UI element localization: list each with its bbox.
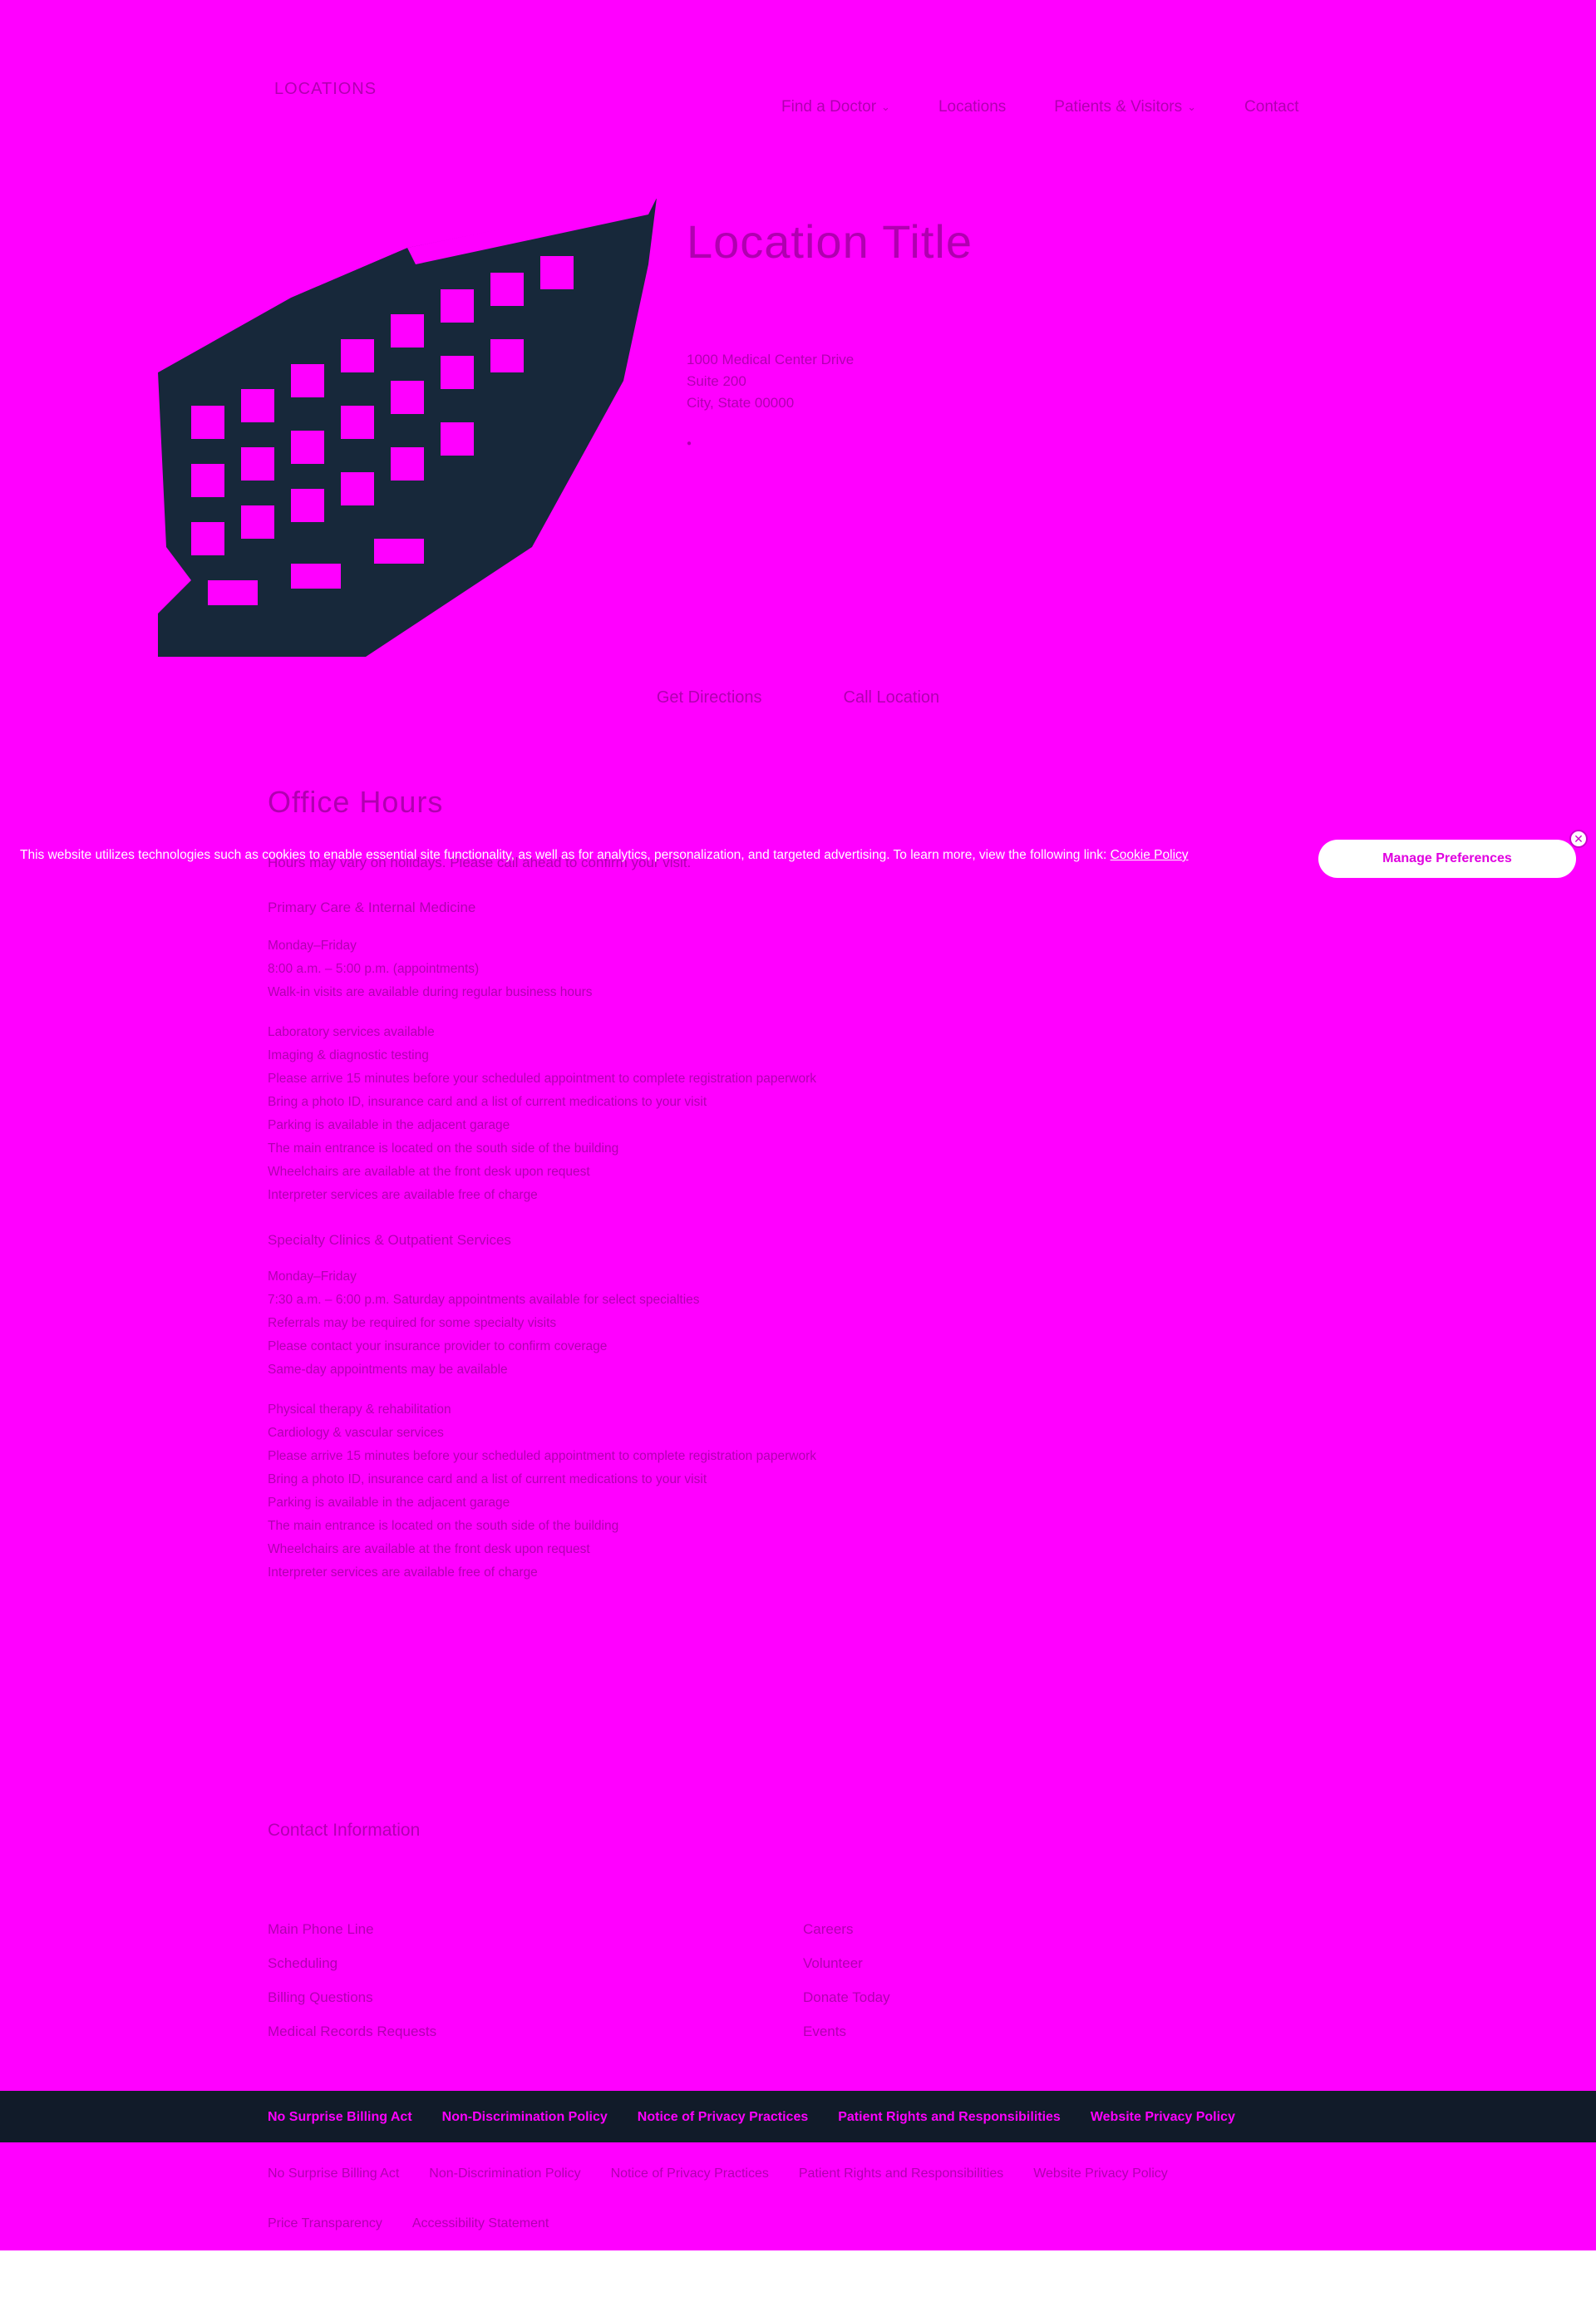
- phone-icon: ●: [687, 439, 692, 448]
- footer-link[interactable]: Notice of Privacy Practices: [638, 2110, 808, 2125]
- clinic-subhead: Primary Care & Internal Medicine: [268, 900, 476, 915]
- cookie-text: This website utilizes technologies such …: [20, 848, 1107, 862]
- hours-line: Referrals may be required for some speci…: [268, 1316, 557, 1330]
- footer-link[interactable]: Non-Discrimination Policy: [429, 2166, 580, 2181]
- footer-links-tertiary: Price Transparency Accessibility Stateme…: [268, 2216, 549, 2231]
- hours-line: Please contact your insurance provider t…: [268, 1339, 608, 1353]
- site-logo[interactable]: LOCATIONS: [274, 80, 377, 99]
- contact-heading: Contact Information: [268, 1821, 421, 1840]
- clinic-subhead: Specialty Clinics & Outpatient Services: [268, 1232, 511, 1248]
- info-line: Please arrive 15 minutes before your sch…: [268, 1072, 816, 1086]
- info-line: Interpreter services are available free …: [268, 1565, 538, 1580]
- info-line: Laboratory services available: [268, 1025, 435, 1039]
- info-line: Wheelchairs are available at the front d…: [268, 1165, 590, 1179]
- nav-contact[interactable]: Contact: [1244, 98, 1298, 116]
- directory-link[interactable]: Careers: [803, 1912, 890, 1946]
- hours-line: Monday–Friday: [268, 1269, 357, 1284]
- info-line: Bring a photo ID, insurance card and a l…: [268, 1472, 707, 1486]
- call-location-link[interactable]: Call Location: [844, 688, 940, 707]
- directory-link[interactable]: Billing Questions: [268, 1980, 436, 2014]
- hours-line: Walk-in visits are available during regu…: [268, 985, 593, 999]
- hours-group: Monday–Friday 7:30 a.m. – 6:00 p.m. Satu…: [268, 1265, 816, 1585]
- directory-column: Careers Volunteer Donate Today Events: [803, 1912, 890, 2048]
- location-title: Location Title: [687, 215, 973, 268]
- footer-link[interactable]: Website Privacy Policy: [1091, 2110, 1235, 2125]
- cookie-banner: This website utilizes technologies such …: [0, 830, 1596, 880]
- footer-link[interactable]: No Surprise Billing Act: [268, 2110, 412, 2125]
- directions-link[interactable]: Get Directions: [657, 688, 762, 707]
- info-line: Bring a photo ID, insurance card and a l…: [268, 1095, 707, 1109]
- directory-link[interactable]: Donate Today: [803, 1980, 890, 2014]
- directory-link[interactable]: Scheduling: [268, 1946, 436, 1980]
- nav-locations[interactable]: Locations: [938, 98, 1006, 116]
- hours-group: Monday–Friday 8:00 a.m. – 5:00 p.m. (app…: [268, 934, 816, 1207]
- footer-link[interactable]: Notice of Privacy Practices: [611, 2166, 769, 2181]
- page-bottom: [0, 2250, 1596, 2302]
- footer-link[interactable]: Price Transparency: [268, 2216, 382, 2231]
- address-line: 1000 Medical Center Drive: [687, 352, 855, 367]
- nav-label: Find a Doctor: [781, 98, 877, 116]
- directory-column: Main Phone Line Scheduling Billing Quest…: [268, 1912, 436, 2048]
- nav-label: Contact: [1244, 98, 1299, 116]
- directory-link[interactable]: Events: [803, 2014, 890, 2048]
- info-line: Imaging & diagnostic testing: [268, 1048, 429, 1062]
- info-line: Parking is available in the adjacent gar…: [268, 1496, 510, 1510]
- info-line: Please arrive 15 minutes before your sch…: [268, 1449, 816, 1463]
- nav-find-doctor[interactable]: Find a Doctor ⌄: [781, 98, 890, 116]
- manage-preferences-button[interactable]: Manage Preferences: [1318, 840, 1576, 878]
- info-line: Parking is available in the adjacent gar…: [268, 1118, 510, 1132]
- info-line: Cardiology & vascular services: [268, 1426, 444, 1440]
- hours-line: Monday–Friday: [268, 939, 357, 953]
- main-nav: Find a Doctor ⌄ Locations Patients & Vis…: [781, 98, 1299, 116]
- address-line: City, State 00000: [687, 395, 795, 411]
- cookie-message: This website utilizes technologies such …: [20, 848, 1189, 863]
- info-line: The main entrance is located on the sout…: [268, 1141, 619, 1156]
- hours-line: 8:00 a.m. – 5:00 p.m. (appointments): [268, 962, 480, 976]
- footer-links-secondary: No Surprise Billing Act Non-Discriminati…: [268, 2166, 1168, 2181]
- section-title: Office Hours: [268, 785, 444, 819]
- footer-link[interactable]: Accessibility Statement: [412, 2216, 549, 2231]
- hero-links: Get Directions Call Location: [0, 688, 1596, 707]
- directory-link[interactable]: Main Phone Line: [268, 1912, 436, 1946]
- nav-label: Locations: [938, 98, 1007, 116]
- close-icon[interactable]: ✕: [1569, 830, 1588, 848]
- info-line: Interpreter services are available free …: [268, 1188, 538, 1202]
- hours-line: 7:30 a.m. – 6:00 p.m. Saturday appointme…: [268, 1293, 700, 1307]
- info-line: Wheelchairs are available at the front d…: [268, 1542, 590, 1556]
- building-photo: [158, 198, 661, 657]
- footer-link[interactable]: No Surprise Billing Act: [268, 2166, 399, 2181]
- footer-link[interactable]: Patient Rights and Responsibilities: [838, 2110, 1061, 2125]
- info-line: Physical therapy & rehabilitation: [268, 1402, 451, 1417]
- chevron-down-icon: ⌄: [1187, 101, 1197, 113]
- footer-links: No Surprise Billing Act Non-Discriminati…: [268, 2110, 1235, 2125]
- footer-link[interactable]: Non-Discrimination Policy: [442, 2110, 608, 2125]
- address-block: 1000 Medical Center Drive Suite 200 City…: [687, 349, 854, 414]
- directory-link[interactable]: Medical Records Requests: [268, 2014, 436, 2048]
- directory-link[interactable]: Volunteer: [803, 1946, 890, 1980]
- nav-patients-visitors[interactable]: Patients & Visitors ⌄: [1054, 98, 1196, 116]
- info-line: The main entrance is located on the sout…: [268, 1519, 619, 1533]
- cookie-policy-link[interactable]: Cookie Policy: [1111, 848, 1189, 862]
- hours-line: Same-day appointments may be available: [268, 1363, 508, 1377]
- chevron-down-icon: ⌄: [881, 101, 890, 113]
- footer-link[interactable]: Patient Rights and Responsibilities: [799, 2166, 1003, 2181]
- footer-link[interactable]: Website Privacy Policy: [1033, 2166, 1168, 2181]
- address-line: Suite 200: [687, 373, 746, 389]
- nav-label: Patients & Visitors: [1054, 98, 1183, 116]
